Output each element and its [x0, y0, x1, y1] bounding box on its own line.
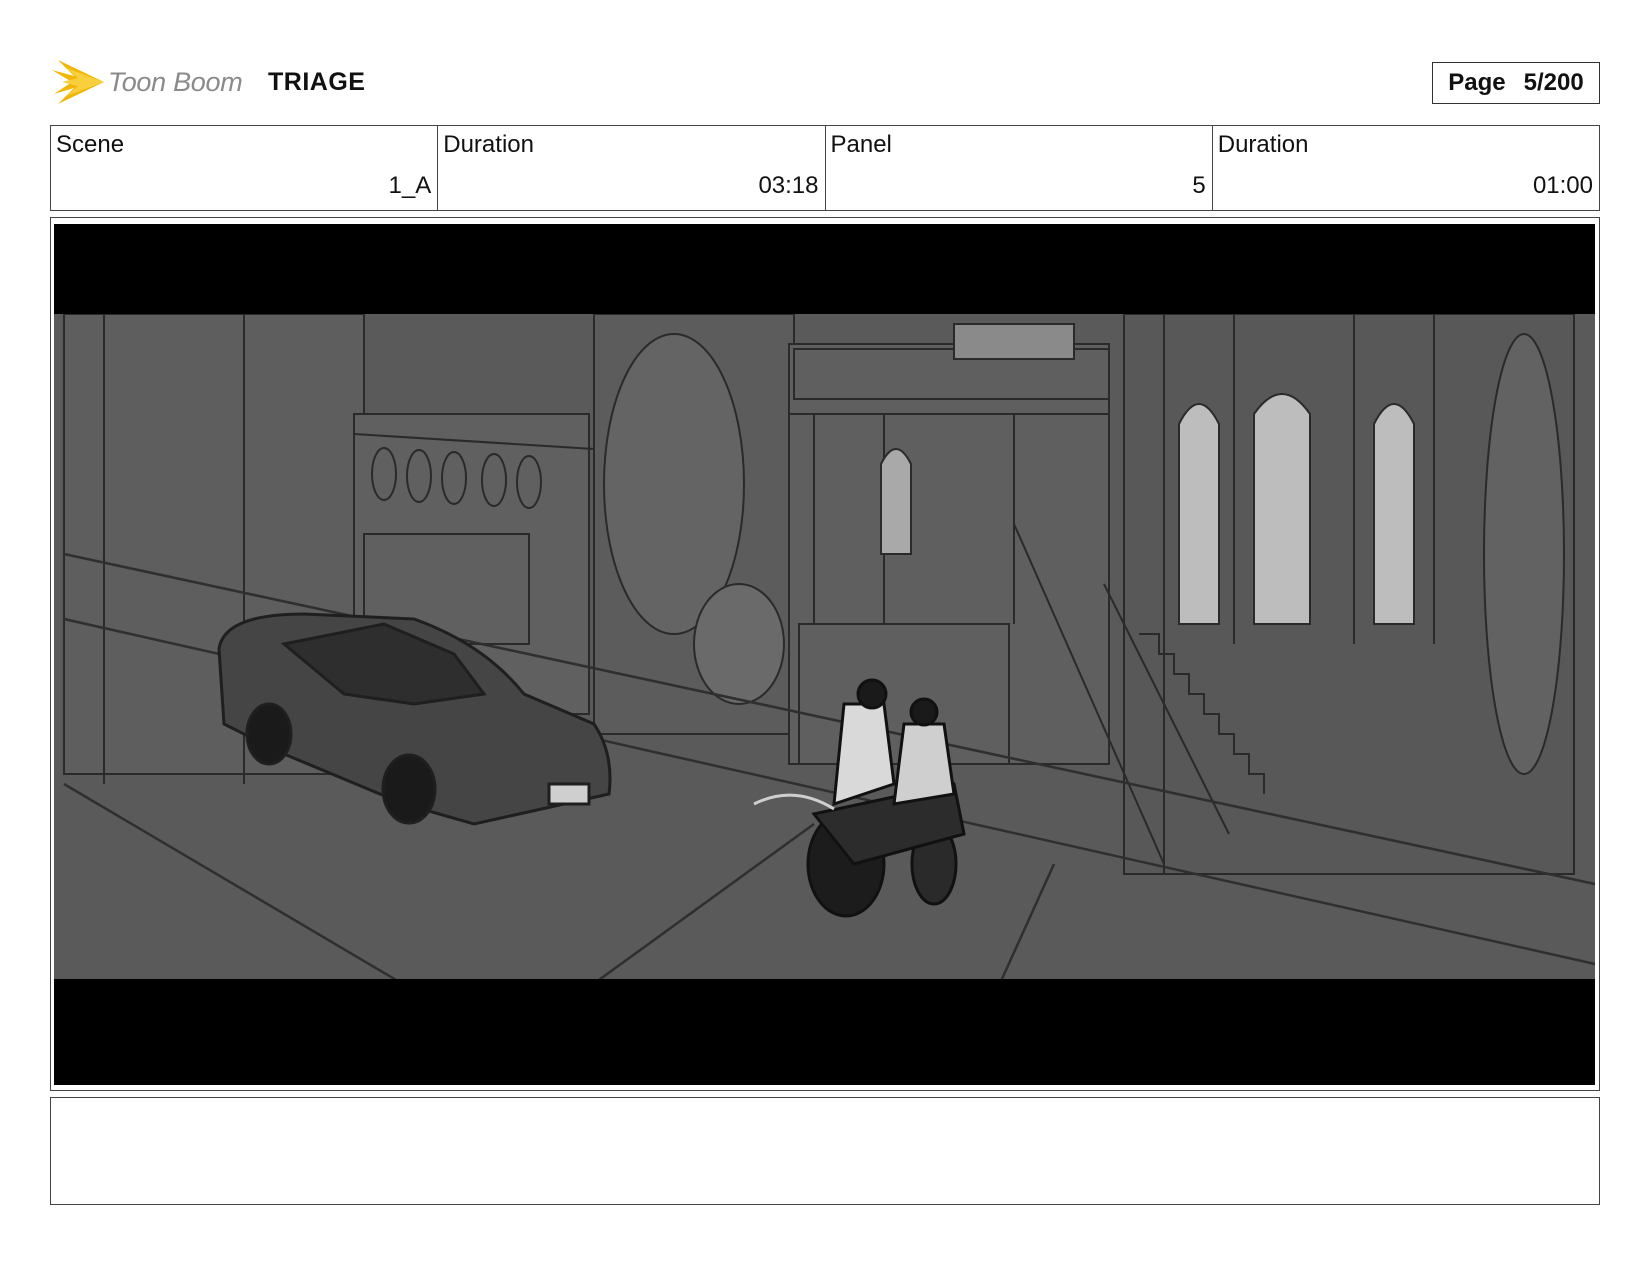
starburst-icon — [52, 60, 104, 104]
storyboard-panel — [50, 217, 1600, 1091]
scene-value: 1_A — [388, 172, 432, 199]
storyboard-sketch-image — [54, 224, 1595, 1085]
panel-duration-value: 01:00 — [1532, 172, 1593, 199]
panel-notes-box — [50, 1097, 1600, 1205]
scene-info-table: Scene 1_A Duration 03:18 Panel 5 Duratio… — [50, 125, 1600, 211]
project-title: TRIAGE — [268, 68, 366, 96]
panel-label: Panel — [830, 131, 892, 158]
scene-cell: Scene 1_A — [51, 126, 439, 210]
panel-duration-cell: Duration 01:00 — [1213, 126, 1599, 210]
toon-boom-logo: Toon Boom — [52, 56, 243, 108]
scene-duration-value: 03:18 — [758, 172, 819, 199]
scene-label: Scene — [56, 131, 125, 158]
page-label: Page — [1448, 69, 1506, 96]
scene-duration-label: Duration — [443, 131, 534, 158]
panel-value: 5 — [1192, 172, 1206, 199]
page-header: Toon Boom TRIAGE Page 5/200 — [52, 56, 1600, 108]
scene-duration-cell: Duration 03:18 — [438, 126, 826, 210]
logo-text: Toon Boom — [108, 66, 243, 97]
page-indicator: Page 5/200 — [1432, 62, 1600, 104]
panel-duration-label: Duration — [1217, 131, 1309, 158]
page-number: 5/200 — [1523, 69, 1584, 96]
panel-cell: Panel 5 — [826, 126, 1213, 210]
